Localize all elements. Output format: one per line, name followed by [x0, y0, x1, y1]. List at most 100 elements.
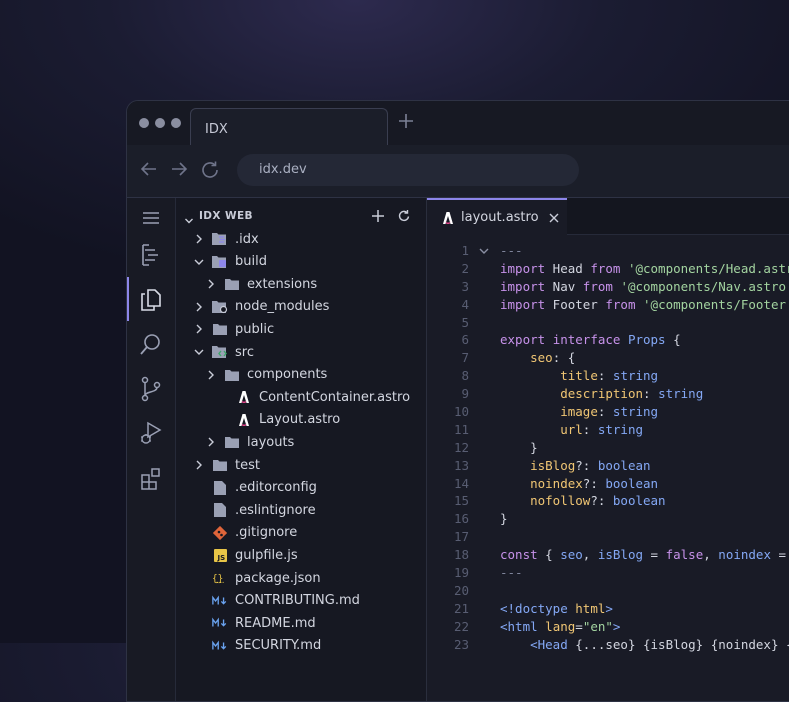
editor-tab-bar: layout.astro [427, 198, 789, 235]
code-text: <Head {...seo} {isBlog} {noindex} {nofol… [530, 636, 789, 652]
new-tab-button[interactable] [397, 112, 415, 135]
folder-icon [224, 276, 240, 292]
tree-item-label: package.json [235, 570, 321, 586]
tree-chevron[interactable] [192, 348, 206, 356]
tree-item[interactable]: components [204, 364, 327, 386]
line-number: 17 [453, 529, 469, 545]
tree-item[interactable]: node_modules [192, 296, 329, 318]
tree-item-label: layouts [247, 434, 295, 450]
close-tab-button[interactable] [549, 213, 559, 223]
chevron-right-icon [196, 302, 202, 312]
file-explorer: IDX WEB .idx build extensions node_modules p… [176, 198, 427, 701]
tree-item[interactable]: test [192, 454, 260, 476]
tree-item[interactable]: layouts [204, 431, 294, 453]
tree-item[interactable]: README.md [192, 612, 316, 634]
browser-tab[interactable]: IDX [190, 108, 388, 145]
tree-chevron[interactable] [192, 302, 206, 312]
code-text: const { seo, isBlog = false, noindex = f… [500, 547, 787, 563]
tree-chevron[interactable] [204, 370, 218, 380]
code-line: 23 <Head {...seo} {isBlog} {noindex} {no… [427, 636, 789, 654]
idx-logo-icon [142, 244, 158, 266]
code-line: 15 nofollow?: boolean [427, 492, 789, 510]
tree-item[interactable]: src [192, 341, 254, 363]
refresh-explorer-button[interactable] [397, 208, 411, 227]
window-control-dot[interactable] [139, 118, 149, 128]
code-line: 22 <html lang="en"> [427, 618, 789, 636]
line-number: 10 [453, 404, 469, 420]
tree-item-label: .eslintignore [235, 502, 316, 518]
window-control-dot[interactable] [171, 118, 181, 128]
code-text: import Head from '@components/Head.astro… [500, 260, 789, 276]
tree-chevron[interactable] [192, 258, 206, 266]
code-line: 9 description: string [427, 385, 789, 403]
line-number: 4 [461, 296, 469, 312]
tree-chevron[interactable] [192, 324, 206, 334]
code-line: 14 noindex?: boolean [427, 475, 789, 493]
tree-item[interactable]: .editorconfig [192, 477, 317, 499]
code-line: 6 export interface Props { [427, 331, 789, 349]
forward-button[interactable] [169, 159, 189, 183]
tree-item[interactable]: SECURITY.md [192, 635, 321, 657]
line-number: 3 [461, 278, 469, 294]
tree-item[interactable]: extensions [204, 273, 317, 295]
tree-item[interactable]: JS gulpfile.js [192, 544, 298, 566]
tree-item[interactable]: Layout.astro [216, 409, 340, 431]
line-number: 12 [453, 439, 469, 455]
browser-tab-bar: IDX [127, 101, 789, 145]
back-button[interactable] [139, 159, 159, 183]
line-number: 20 [453, 582, 469, 598]
explorer-button[interactable] [139, 286, 163, 316]
explorer-title: IDX WEB [199, 210, 253, 222]
editor-tab-layout-astro[interactable]: layout.astro [427, 198, 567, 235]
tree-item[interactable]: .idx [192, 228, 259, 250]
source-control-button[interactable] [139, 376, 163, 406]
code-lines[interactable]: 1 --- 2 import Head from '@components/Head.… [427, 242, 789, 653]
menu-button[interactable] [139, 208, 163, 232]
run-debug-button[interactable] [139, 420, 165, 450]
code-line: 10 image: string [427, 403, 789, 421]
file-icon [212, 480, 228, 496]
line-number: 11 [453, 421, 469, 437]
reload-button[interactable] [199, 159, 221, 185]
code-text: } [500, 511, 508, 527]
folder-icon [212, 321, 228, 337]
tree-chevron[interactable] [204, 279, 218, 289]
line-number: 14 [453, 475, 469, 491]
tree-item[interactable]: build [192, 251, 267, 273]
tree-item[interactable]: ContentContainer.astro [216, 386, 410, 408]
chevron-down-icon [194, 259, 204, 265]
line-number: 8 [461, 368, 469, 384]
code-text: description: string [560, 386, 704, 402]
arrow-left-icon [140, 162, 156, 176]
extensions-button[interactable] [139, 466, 165, 496]
idx-project-button[interactable] [139, 242, 163, 272]
tree-item[interactable]: .eslintignore [192, 499, 316, 521]
address-bar[interactable]: idx.dev [237, 154, 579, 186]
activity-bar [127, 198, 176, 701]
search-button[interactable] [139, 332, 163, 362]
tree-item[interactable]: .gitignore [192, 522, 297, 544]
tree-item[interactable]: public [192, 318, 274, 340]
tree-chevron[interactable] [192, 460, 206, 470]
tree-item-label: extensions [247, 276, 318, 292]
line-number: 5 [461, 314, 469, 330]
tree-item[interactable]: {} package.json [192, 567, 321, 589]
fold-chevron-icon[interactable] [479, 242, 489, 260]
code-editor: layout.astro 1 --- 2 import Head from '@com… [427, 198, 789, 701]
code-line: 11 url: string [427, 421, 789, 439]
code-line: 17 [427, 528, 789, 546]
astro-file-icon [443, 211, 453, 224]
line-number: 21 [453, 600, 469, 616]
line-number: 16 [453, 511, 469, 527]
file-icon [212, 502, 228, 518]
window-control-dot[interactable] [155, 118, 165, 128]
chevron-right-icon [208, 370, 214, 380]
new-file-button[interactable] [371, 208, 385, 227]
tree-chevron[interactable] [204, 437, 218, 447]
tree-item[interactable]: CONTRIBUTING.md [192, 590, 360, 612]
code-line: 21 <!doctype html> [427, 600, 789, 618]
tree-chevron[interactable] [192, 234, 206, 244]
code-text: seo: { [530, 350, 576, 366]
tree-item-label: components [247, 367, 328, 383]
extensions-icon [141, 468, 160, 490]
